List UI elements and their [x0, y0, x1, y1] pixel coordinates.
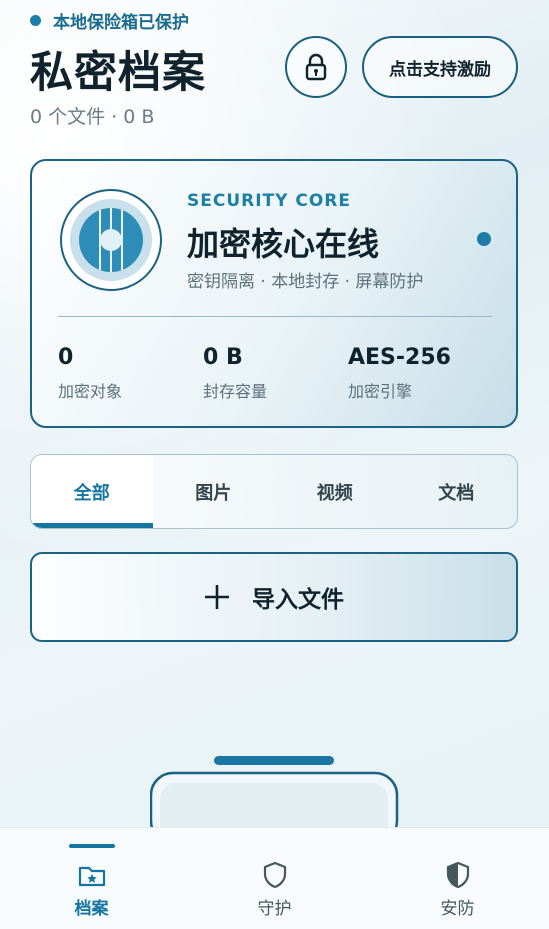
tab-videos[interactable]: 视频: [274, 455, 396, 528]
core-eyebrow: SECURITY CORE: [187, 191, 352, 211]
bottom-navigation: 档案 守护 安防: [0, 827, 549, 929]
nav-label: 档案: [74, 899, 109, 919]
stat-label: 封存容量: [203, 382, 268, 401]
page-subtitle: 0 个文件 · 0 B: [30, 106, 155, 128]
core-title: 加密核心在线: [187, 225, 380, 263]
page-title: 私密档案: [30, 48, 206, 98]
stat-engine: AES-256 加密引擎: [348, 345, 451, 402]
core-divider: [58, 316, 492, 317]
stat-label: 加密对象: [58, 382, 123, 401]
nav-item-archives[interactable]: 档案: [0, 828, 183, 929]
core-description: 密钥隔离 · 本地封存 · 屏幕防护: [187, 272, 424, 292]
import-files-label: 导入文件: [252, 587, 344, 613]
lock-button[interactable]: [285, 36, 347, 98]
plus-icon: [205, 585, 229, 609]
security-core-card: SECURITY CORE 加密核心在线 密钥隔离 · 本地封存 · 屏幕防护 …: [30, 159, 518, 428]
online-indicator: [477, 232, 491, 246]
nav-active-indicator: [68, 844, 115, 848]
folder-star-icon: [78, 866, 105, 887]
support-button[interactable]: 点击支持激励: [362, 36, 518, 98]
vault-status-text: 本地保险箱已保护: [53, 13, 189, 33]
tab-all[interactable]: 全部: [31, 455, 153, 528]
stat-label: 加密引擎: [348, 382, 413, 401]
shield-half-icon: [446, 861, 469, 889]
stat-capacity: 0 B 封存容量: [203, 345, 267, 402]
tab-images[interactable]: 图片: [153, 455, 275, 528]
status-dot: [30, 15, 41, 26]
stat-value: 0: [58, 345, 74, 370]
vault-core-icon: [60, 189, 162, 291]
nav-label: 安防: [440, 899, 475, 919]
stat-objects: 0 加密对象: [58, 345, 122, 402]
empty-vault-illustration: [150, 756, 399, 835]
shield-outline-icon: [263, 861, 286, 889]
import-files-button[interactable]: 导入文件: [30, 552, 518, 642]
file-type-tabs: 全部 图片 视频 文档: [30, 454, 518, 529]
nav-item-guard[interactable]: 守护: [183, 828, 366, 929]
nav-label: 守护: [257, 899, 292, 919]
lock-icon: [305, 53, 327, 81]
stat-value: 0 B: [203, 345, 243, 370]
nav-item-security[interactable]: 安防: [366, 828, 549, 929]
tab-documents[interactable]: 文档: [396, 455, 518, 528]
vault-status: 本地保险箱已保护: [30, 8, 189, 33]
stat-value: AES-256: [348, 345, 451, 370]
